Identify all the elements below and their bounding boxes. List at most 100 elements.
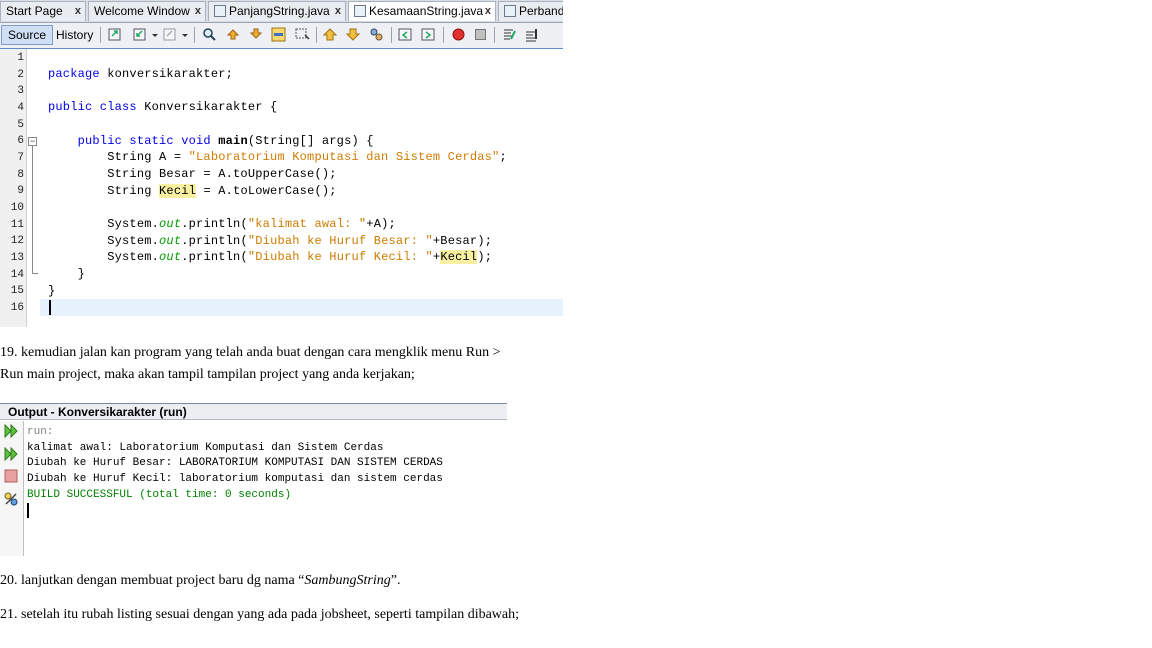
line-number: 15: [10, 285, 24, 297]
chevron-down-icon[interactable]: [181, 27, 189, 42]
code-text: String A =: [48, 150, 189, 164]
static-field: out: [159, 234, 182, 248]
shift-right-icon[interactable]: [421, 27, 436, 42]
line-number: 3: [17, 85, 24, 97]
code-line: String Kecil = A.toLowerCase();: [48, 184, 337, 198]
step-19-line-1: 19. kemudian jalan kan program yang tela…: [0, 345, 501, 360]
previous-bookmark-icon[interactable]: [323, 27, 338, 42]
line-number: 14: [10, 269, 24, 281]
tab-label: Start Page: [6, 4, 63, 18]
last-edit-icon[interactable]: [108, 27, 123, 42]
start-macro-icon[interactable]: [451, 27, 466, 42]
code-line: }: [48, 284, 56, 298]
next-bookmark-icon[interactable]: [346, 27, 361, 42]
fold-collapse-icon[interactable]: −: [28, 137, 37, 146]
history-button[interactable]: History: [50, 25, 99, 45]
line-number: 13: [10, 252, 24, 264]
stop-macro-icon[interactable]: [473, 27, 488, 42]
editor-screenshot: Start Page x Welcome Window x PanjangStrin…: [0, 0, 563, 327]
close-icon[interactable]: x: [485, 2, 491, 21]
line-number: 6: [17, 135, 24, 147]
code-text: String: [48, 184, 160, 198]
string-literal: "Diubah ke Huruf Besar: ": [247, 234, 433, 248]
tab-start-page[interactable]: Start Page x: [0, 1, 86, 21]
tab-label: Perbandin: [519, 4, 563, 18]
keyword: public class: [48, 100, 137, 114]
shift-left-icon[interactable]: [398, 27, 413, 42]
rerun-icon[interactable]: [3, 423, 19, 439]
string-literal: "Diubah ke Huruf Kecil: ": [247, 250, 433, 264]
step-20-text-end: ”.: [390, 573, 401, 588]
highlighted-identifier: Kecil: [159, 184, 197, 198]
tab-label: Welcome Window: [94, 4, 190, 18]
current-line-highlight: [40, 299, 563, 316]
java-file-icon: [214, 5, 226, 17]
project-name: SambungString: [304, 573, 391, 588]
method-name: main: [218, 134, 248, 148]
stop-icon[interactable]: [3, 468, 19, 484]
string-literal: "kalimat awal: ": [247, 217, 367, 231]
chevron-down-icon[interactable]: [151, 27, 159, 42]
tab-panjangstring[interactable]: PanjangString.java x: [208, 1, 346, 21]
code-text: .println(: [181, 217, 248, 231]
tab-kesamaanstring[interactable]: KesamaanString.java x: [348, 1, 496, 21]
code-text: .println(: [181, 250, 248, 264]
output-toolbar: [0, 421, 24, 556]
tab-label: KesamaanString.java: [369, 4, 484, 18]
uncomment-icon[interactable]: [524, 27, 539, 42]
rectangular-select-icon[interactable]: [295, 27, 310, 42]
line-number: 7: [17, 152, 24, 164]
output-line: Diubah ke Huruf Besar: LABORATORIUM KOMP…: [27, 457, 443, 469]
line-number: 5: [17, 119, 24, 131]
editor-toolbar: Source History: [0, 23, 563, 49]
java-file-icon: [504, 5, 516, 17]
string-literal: "Laboratorium Komputasi dan Sistem Cerda…: [188, 150, 500, 164]
line-number: 10: [10, 202, 24, 214]
highlighted-identifier: Kecil: [440, 250, 478, 264]
rerun-with-options-icon[interactable]: [3, 446, 19, 462]
fold-guide-end: [32, 273, 38, 274]
output-line-build-status: BUILD SUCCESSFUL (total time: 0 seconds): [27, 489, 292, 501]
find-previous-icon[interactable]: [226, 27, 241, 42]
settings-icon[interactable]: [3, 491, 19, 507]
find-icon[interactable]: [202, 27, 217, 42]
code-line: System.out.println("Diubah ke Huruf Besa…: [48, 234, 492, 248]
line-number-gutter: 1 2 3 4 5 6 7 8 9 10 11 12 13 14 15 16: [0, 49, 27, 327]
code-text: +Besar);: [432, 234, 493, 248]
code-text: ;: [499, 150, 507, 164]
toggle-bookmark-icon[interactable]: [369, 27, 384, 42]
tab-perbandin[interactable]: Perbandin: [498, 1, 563, 21]
code-text: Konversikarakter {: [136, 100, 278, 114]
step-19-line-2: Run main project, maka akan tampil tampi…: [0, 367, 415, 382]
step-21: 21. setelah itu rubah listing sesuai den…: [0, 607, 520, 622]
code-text: .println(: [181, 234, 248, 248]
line-number: 11: [10, 219, 24, 231]
toggle-highlight-icon[interactable]: [271, 27, 286, 42]
output-window-screenshot: Output - Konversikarakter (run) run: kal…: [0, 398, 507, 556]
line-number: 16: [10, 302, 24, 314]
output-line-run: run:: [27, 426, 54, 438]
java-file-icon: [354, 5, 366, 17]
toolbar-separator: [494, 27, 495, 43]
close-icon[interactable]: x: [75, 2, 81, 21]
line-number: 4: [17, 102, 24, 114]
code-text: (String[] args) {: [247, 134, 374, 148]
forward-icon[interactable]: [163, 27, 178, 42]
comment-icon[interactable]: [502, 27, 517, 42]
toolbar-separator: [391, 27, 392, 43]
find-next-icon[interactable]: [249, 27, 264, 42]
source-button[interactable]: Source: [1, 25, 54, 45]
close-icon[interactable]: x: [335, 2, 341, 21]
code-text: System.: [48, 234, 160, 248]
close-icon[interactable]: x: [195, 2, 201, 21]
text-cursor: [49, 300, 51, 315]
code-line: }: [48, 267, 86, 281]
toolbar-separator: [443, 27, 444, 43]
line-number: 2: [17, 69, 24, 81]
output-cursor: [27, 503, 29, 518]
line-number: 8: [17, 169, 24, 181]
tab-welcome-window[interactable]: Welcome Window x: [88, 1, 206, 21]
line-number: 12: [10, 235, 24, 247]
back-icon[interactable]: [133, 27, 148, 42]
code-line: System.out.println("kalimat awal: "+A);: [48, 217, 396, 231]
